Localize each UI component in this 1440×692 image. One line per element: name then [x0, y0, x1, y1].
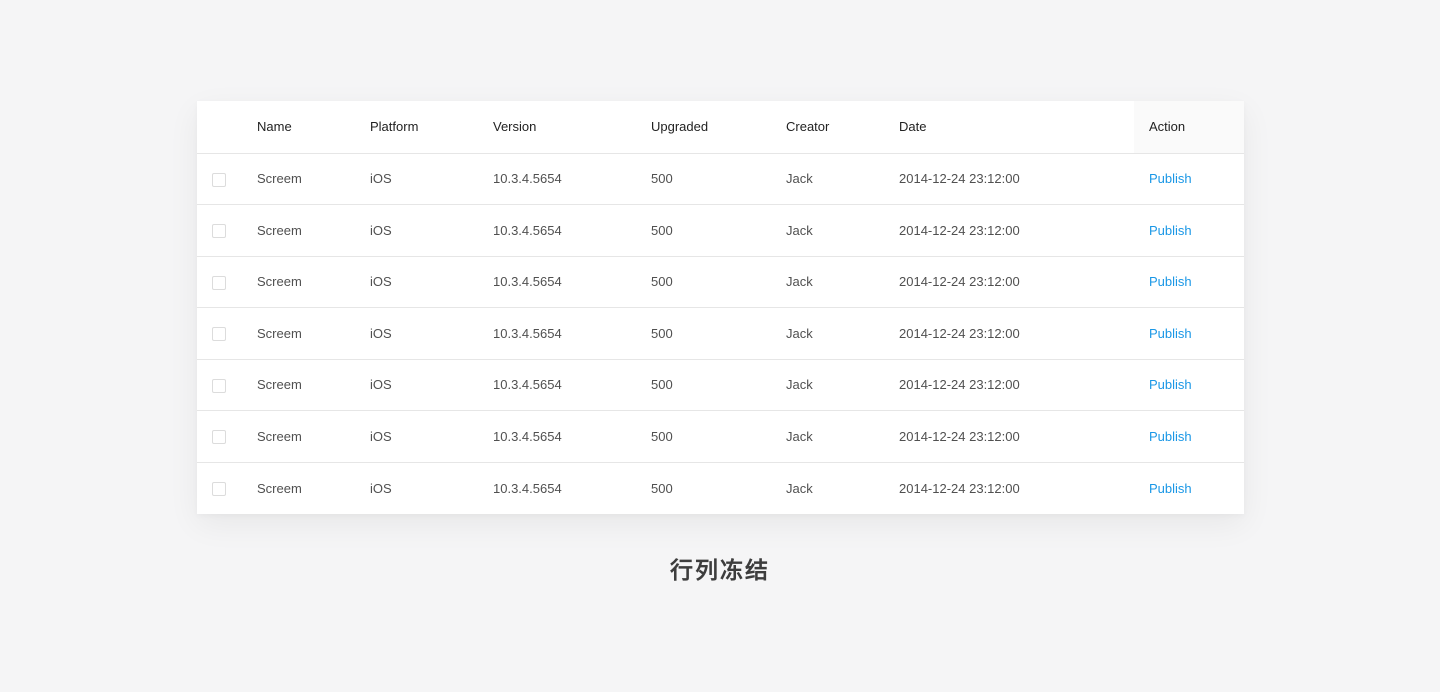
table-row: Screem iOS 10.3.4.5654 500 Jack 2014-12-…: [197, 410, 1244, 462]
cell-creator: Jack: [786, 204, 899, 256]
row-checkbox-cell: [197, 358, 242, 411]
cell-upgraded: 500: [651, 204, 786, 256]
cell-version: 10.3.4.5654: [493, 204, 651, 256]
data-table: Name Platform Version Upgraded Creator D…: [197, 101, 1244, 514]
cell-platform: iOS: [357, 358, 493, 411]
publish-link[interactable]: Publish: [1149, 223, 1192, 238]
table-row: Screem iOS 10.3.4.5654 500 Jack 2014-12-…: [197, 307, 1244, 359]
cell-platform: iOS: [357, 410, 493, 462]
row-checkbox-cell: [197, 410, 242, 462]
cell-name: Screem: [242, 410, 357, 462]
row-checkbox-cell: [197, 461, 242, 514]
cell-version: 10.3.4.5654: [493, 358, 651, 411]
header-action: Action: [1134, 101, 1244, 153]
cell-upgraded: 500: [651, 410, 786, 462]
cell-action: Publish: [1134, 410, 1244, 462]
row-checkbox-cell: [197, 152, 242, 205]
header-creator[interactable]: Creator: [786, 101, 899, 153]
publish-link[interactable]: Publish: [1149, 326, 1192, 341]
row-checkbox[interactable]: [212, 378, 226, 393]
cell-name: Screem: [242, 358, 357, 411]
table-header-row: Name Platform Version Upgraded Creator D…: [197, 101, 1244, 153]
row-checkbox[interactable]: [212, 172, 226, 187]
cell-creator: Jack: [786, 255, 899, 308]
cell-date: 2014-12-24 23:12:00: [899, 461, 1134, 514]
cell-platform: iOS: [357, 152, 493, 205]
cell-platform: iOS: [357, 461, 493, 514]
cell-name: Screem: [242, 307, 357, 359]
cell-creator: Jack: [786, 152, 899, 205]
table-row: Screem iOS 10.3.4.5654 500 Jack 2014-12-…: [197, 204, 1244, 256]
row-checkbox[interactable]: [212, 481, 226, 496]
publish-link[interactable]: Publish: [1149, 377, 1192, 392]
cell-upgraded: 500: [651, 461, 786, 514]
table-row: Screem iOS 10.3.4.5654 500 Jack 2014-12-…: [197, 461, 1244, 514]
cell-action: Publish: [1134, 461, 1244, 514]
table-row: Screem iOS 10.3.4.5654 500 Jack 2014-12-…: [197, 152, 1244, 205]
header-version[interactable]: Version: [493, 101, 651, 153]
cell-date: 2014-12-24 23:12:00: [899, 152, 1134, 205]
cell-upgraded: 500: [651, 358, 786, 411]
cell-name: Screem: [242, 255, 357, 308]
cell-creator: Jack: [786, 410, 899, 462]
cell-date: 2014-12-24 23:12:00: [899, 255, 1134, 308]
row-checkbox-cell: [197, 307, 242, 359]
row-checkbox[interactable]: [212, 327, 226, 342]
row-checkbox[interactable]: [212, 430, 226, 445]
header-platform[interactable]: Platform: [357, 101, 493, 153]
cell-date: 2014-12-24 23:12:00: [899, 358, 1134, 411]
cell-upgraded: 500: [651, 255, 786, 308]
header-checkbox-cell: [197, 101, 242, 153]
header-date[interactable]: Date: [899, 101, 1134, 153]
cell-version: 10.3.4.5654: [493, 461, 651, 514]
cell-platform: iOS: [357, 204, 493, 256]
cell-version: 10.3.4.5654: [493, 255, 651, 308]
cell-name: Screem: [242, 204, 357, 256]
table-body: Screem iOS 10.3.4.5654 500 Jack 2014-12-…: [197, 152, 1244, 514]
cell-version: 10.3.4.5654: [493, 307, 651, 359]
publish-link[interactable]: Publish: [1149, 481, 1192, 496]
publish-link[interactable]: Publish: [1149, 429, 1192, 444]
cell-date: 2014-12-24 23:12:00: [899, 204, 1134, 256]
row-checkbox-cell: [197, 255, 242, 308]
cell-name: Screem: [242, 461, 357, 514]
row-checkbox[interactable]: [212, 224, 226, 239]
cell-action: Publish: [1134, 255, 1244, 308]
cell-version: 10.3.4.5654: [493, 410, 651, 462]
cell-upgraded: 500: [651, 152, 786, 205]
cell-creator: Jack: [786, 358, 899, 411]
cell-date: 2014-12-24 23:12:00: [899, 410, 1134, 462]
publish-link[interactable]: Publish: [1149, 274, 1192, 289]
row-checkbox-cell: [197, 204, 242, 256]
cell-name: Screem: [242, 152, 357, 205]
cell-action: Publish: [1134, 307, 1244, 359]
cell-version: 10.3.4.5654: [493, 152, 651, 205]
table-row: Screem iOS 10.3.4.5654 500 Jack 2014-12-…: [197, 255, 1244, 308]
table-row: Screem iOS 10.3.4.5654 500 Jack 2014-12-…: [197, 358, 1244, 411]
cell-date: 2014-12-24 23:12:00: [899, 307, 1134, 359]
publish-link[interactable]: Publish: [1149, 171, 1192, 186]
cell-action: Publish: [1134, 152, 1244, 205]
header-name[interactable]: Name: [242, 101, 357, 153]
cell-upgraded: 500: [651, 307, 786, 359]
caption: 行列冻结: [670, 558, 770, 584]
cell-creator: Jack: [786, 461, 899, 514]
header-upgraded[interactable]: Upgraded: [651, 101, 786, 153]
cell-platform: iOS: [357, 255, 493, 308]
cell-action: Publish: [1134, 358, 1244, 411]
row-checkbox[interactable]: [212, 275, 226, 290]
cell-creator: Jack: [786, 307, 899, 359]
data-table-card: Name Platform Version Upgraded Creator D…: [197, 101, 1244, 514]
cell-platform: iOS: [357, 307, 493, 359]
cell-action: Publish: [1134, 204, 1244, 256]
